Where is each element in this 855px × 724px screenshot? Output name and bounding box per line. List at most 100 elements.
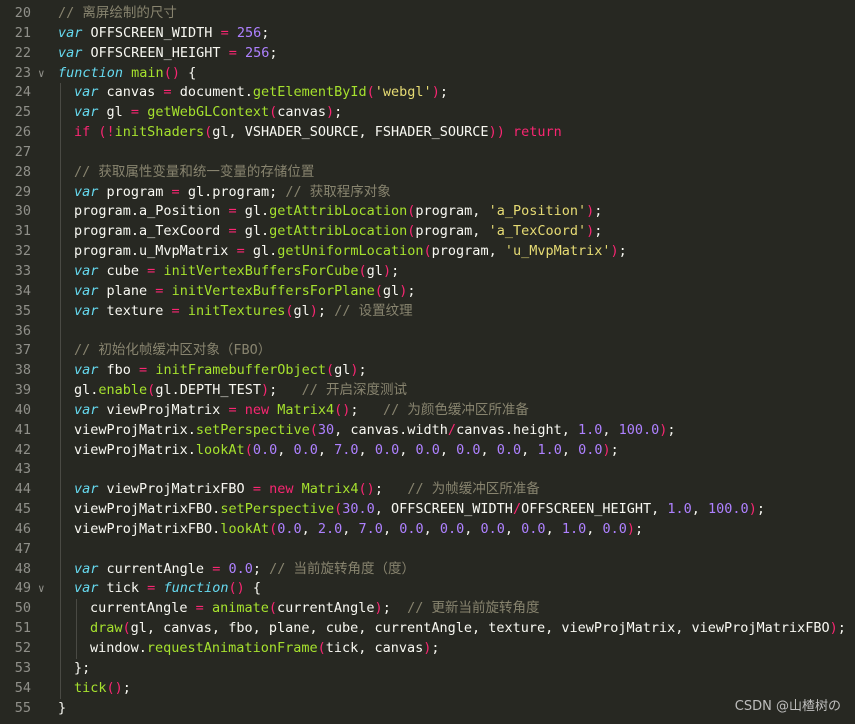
- code-line[interactable]: 33 var cube = initVertexBuffersForCube(gl…: [0, 261, 855, 282]
- code-text: // 初始化帧缓冲区对象（FBO）: [74, 341, 271, 361]
- code-token: ;: [635, 520, 644, 537]
- code-token: gl.: [236, 223, 270, 240]
- code-token: (: [285, 302, 294, 319]
- code-token: ,: [602, 421, 619, 438]
- watermark: CSDN @山楂树の: [734, 699, 841, 714]
- code-line[interactable]: 40 var viewProjMatrix = new Matrix4(); //…: [0, 400, 855, 421]
- code-line[interactable]: 41 viewProjMatrix.setPerspective(30, canv…: [0, 420, 855, 441]
- code-text: var gl = getWebGLContext(canvas);: [74, 103, 342, 123]
- code-token: currentAngle: [98, 560, 213, 577]
- code-token: canvas: [277, 104, 327, 121]
- code-token: , canvas.width: [334, 421, 448, 438]
- fold-chevron-icon[interactable]: ∨: [38, 64, 45, 84]
- code-token: fbo: [98, 362, 140, 379]
- code-token: (: [326, 362, 335, 379]
- code-token: 0.0: [496, 441, 522, 458]
- code-line[interactable]: 30 program.a_Position = gl.getAttribLocat…: [0, 202, 855, 223]
- code-line[interactable]: 47: [0, 539, 855, 560]
- indent-guide: [60, 222, 61, 243]
- code-line[interactable]: 53};: [0, 658, 855, 679]
- code-line[interactable]: 45 viewProjMatrixFBO.setPerspective(30.0,…: [0, 500, 855, 520]
- code-token: ;: [122, 679, 131, 696]
- code-line[interactable]: 34 var plane = initVertexBuffersForPlane(…: [0, 281, 855, 302]
- code-token: /: [512, 501, 522, 518]
- code-text: var OFFSCREEN_WIDTH = 256;: [58, 24, 269, 44]
- code-token: ;: [407, 282, 416, 299]
- code-line[interactable]: 26 if (!initShaders(gl, VSHADER_SOURCE, F…: [0, 123, 855, 143]
- code-token: var: [74, 481, 99, 498]
- code-token: ;: [334, 104, 343, 121]
- fold-chevron-icon[interactable]: ∨: [38, 579, 45, 599]
- code-line[interactable]: 24 var canvas = document.getElementById('…: [0, 83, 855, 104]
- code-line[interactable]: 25 var gl = getWebGLContext(canvas);: [0, 103, 855, 124]
- line-number: 47: [14, 540, 31, 557]
- code-token: gl.DEPTH_TEST: [155, 382, 261, 399]
- code-token: =: [236, 243, 245, 260]
- indent-guide: [60, 579, 61, 600]
- code-line[interactable]: 50 currentAngle = animate(currentAngle); …: [0, 599, 855, 620]
- line-number: 48: [14, 560, 31, 577]
- code-token: lookAt: [220, 520, 270, 537]
- line-number: 31: [14, 223, 31, 240]
- line-number: 27: [14, 143, 31, 160]
- code-line[interactable]: 21 var OFFSCREEN_WIDTH = 256;: [0, 24, 855, 44]
- code-line[interactable]: 27: [0, 142, 855, 163]
- code-token: ;: [374, 481, 408, 498]
- line-number: 49: [14, 580, 31, 597]
- code-editor[interactable]: 20 // 离屏绘制的尺寸 21 var OFFSCREEN_WIDTH = 256;…: [0, 4, 855, 718]
- code-line[interactable]: 28 // 获取属性变量和统一变量的存储位置: [0, 162, 855, 183]
- code-line[interactable]: 48 var currentAngle = 0.0; // 当前旋转角度（度）: [0, 559, 855, 580]
- line-number: 30: [14, 203, 31, 220]
- code-token: tick: [74, 679, 107, 696]
- code-line[interactable]: 49 ∨ var tick = function() {: [0, 579, 855, 600]
- code-line[interactable]: 20 // 离屏绘制的尺寸: [0, 4, 855, 24]
- code-line[interactable]: 39 gl.enable(gl.DEPTH_TEST); // 开启深度测试: [0, 381, 855, 401]
- code-line[interactable]: 36: [0, 321, 855, 342]
- code-line[interactable]: 38 var fbo = initFramebufferObject(gl);: [0, 361, 855, 382]
- code-line[interactable]: 22 var OFFSCREEN_HEIGHT = 256;: [0, 44, 855, 64]
- code-line[interactable]: 43: [0, 460, 855, 481]
- code-line[interactable]: 42 viewProjMatrix.lookAt(0.0, 0.0, 7.0, 0…: [0, 440, 855, 461]
- code-line[interactable]: 46 viewProjMatrixFBO.lookAt(0.0, 2.0, 7.0…: [0, 519, 855, 540]
- code-token: 1.0: [537, 441, 562, 458]
- indent-guide: [60, 539, 61, 560]
- code-token: ,: [382, 520, 400, 537]
- code-token: tick: [98, 580, 148, 597]
- code-token: 0.0: [456, 441, 481, 458]
- code-token: canvas.height,: [456, 421, 578, 438]
- code-token: ,: [464, 520, 481, 537]
- code-token: =: [163, 84, 172, 101]
- code-line[interactable]: 23 ∨ function main() {: [0, 64, 855, 84]
- code-line[interactable]: 37 // 初始化帧缓冲区对象（FBO）: [0, 341, 855, 362]
- line-number: 35: [14, 302, 31, 319]
- code-token: 7.0: [334, 441, 359, 458]
- code-token: if: [74, 124, 91, 141]
- code-token: var: [74, 262, 99, 279]
- code-token: var: [74, 282, 99, 299]
- code-token: currentAngle: [277, 600, 375, 617]
- code-line[interactable]: 29 var program = gl.program; // 获取程序对象: [0, 182, 855, 203]
- code-token: 256: [236, 24, 262, 41]
- code-token: gl.: [244, 243, 278, 260]
- code-line[interactable]: 55}: [0, 699, 855, 719]
- code-line[interactable]: 32 program.u_MvpMatrix = gl.getUniformLoc…: [0, 242, 855, 262]
- code-line[interactable]: 52 window.requestAnimationFrame(tick, can…: [0, 639, 855, 659]
- code-line[interactable]: 35 var texture = initTextures(gl); // 设置纹…: [0, 301, 855, 322]
- code-text: if (!initShaders(gl, VSHADER_SOURCE, FSH…: [74, 123, 562, 143]
- code-token: gl: [334, 362, 351, 379]
- code-token: gl: [98, 104, 131, 121]
- code-line[interactable]: 51 draw(gl, canvas, fbo, plane, cube, cur…: [0, 619, 855, 639]
- code-token: new: [269, 481, 294, 498]
- code-token: 30.0: [342, 501, 375, 518]
- code-token: animate: [211, 600, 269, 617]
- code-token: ;: [317, 302, 335, 319]
- code-line[interactable]: 44 var viewProjMatrixFBO = new Matrix4();…: [0, 480, 855, 501]
- code-token: 'a_Position': [488, 203, 587, 220]
- indent-guide: [60, 400, 61, 421]
- code-token: (): [334, 401, 351, 418]
- code-token: var: [58, 44, 83, 61]
- code-line[interactable]: 54 tick();: [0, 678, 855, 699]
- code-line[interactable]: 31 program.a_TexCoord = gl.getAttribLocat…: [0, 222, 855, 243]
- code-token: =: [220, 24, 229, 41]
